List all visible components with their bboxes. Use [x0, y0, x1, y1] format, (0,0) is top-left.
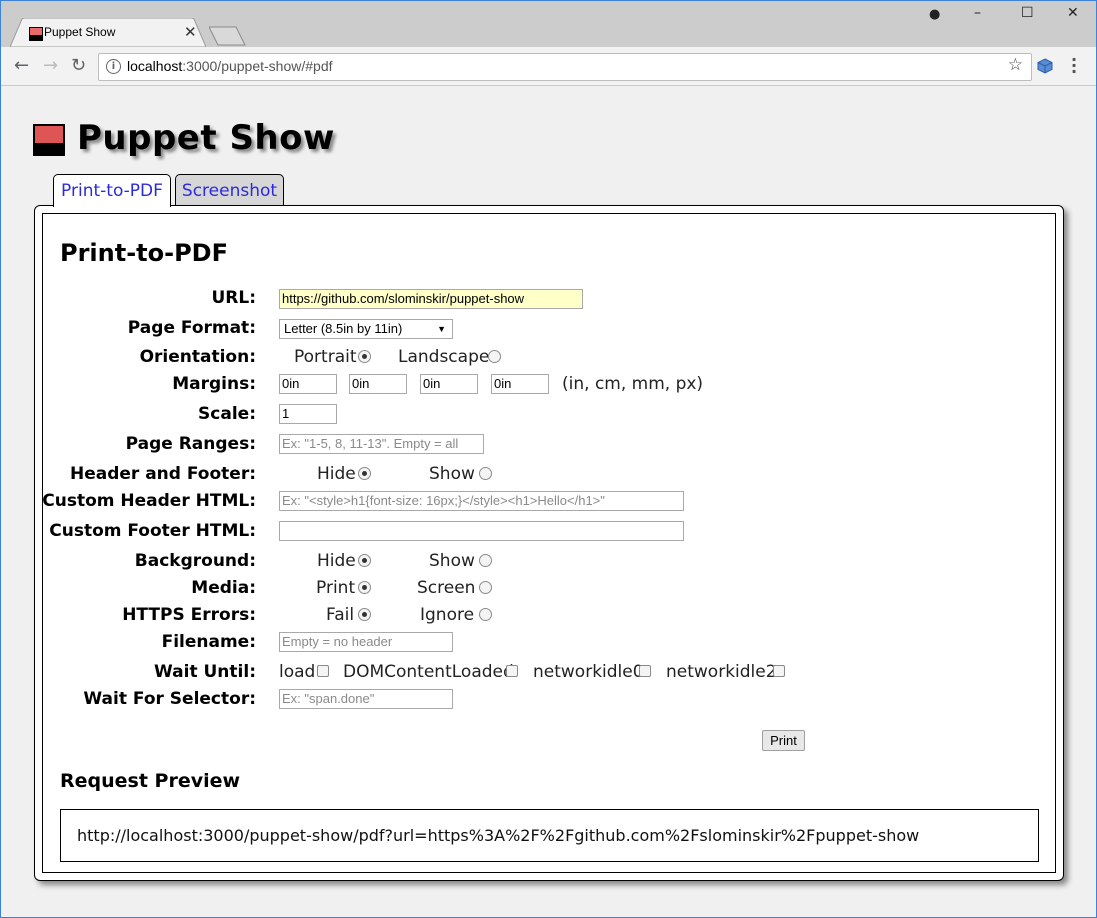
back-icon[interactable]: ←: [14, 55, 29, 76]
info-icon[interactable]: i: [106, 59, 121, 74]
option-header-show: Show: [429, 464, 475, 484]
minimize-icon[interactable]: –: [974, 5, 981, 21]
custom-header-input[interactable]: Ex: "<style>h1{font-size: 16px;}</style>…: [279, 491, 684, 511]
address-bar[interactable]: i localhost:3000/puppet-show/#pdf ☆: [98, 53, 1032, 81]
option-landscape: Landscape: [398, 347, 490, 367]
scale-label: Scale:: [198, 404, 256, 424]
radio-header-hide[interactable]: [358, 467, 371, 480]
margins-label: Margins:: [172, 374, 256, 394]
margin-left-input[interactable]: 0in: [491, 374, 549, 394]
print-button[interactable]: Print: [762, 730, 805, 751]
close-tab-icon[interactable]: ✕: [184, 23, 197, 41]
page-ranges-input[interactable]: Ex: "1-5, 8, 11-13". Empty = all: [279, 434, 484, 454]
radio-landscape[interactable]: [488, 350, 501, 363]
margins-units-hint: (in, cm, mm, px): [562, 374, 704, 394]
checkbox-domcontentloaded[interactable]: [506, 665, 518, 677]
wait-selector-input[interactable]: Ex: "span.done": [279, 689, 453, 709]
custom-footer-input[interactable]: [279, 521, 684, 541]
page-ranges-label: Page Ranges:: [125, 434, 256, 454]
radio-https-fail[interactable]: [358, 608, 371, 621]
option-media-screen: Screen: [417, 578, 476, 598]
close-window-icon[interactable]: ✕: [1067, 5, 1079, 21]
form-container: Print-to-PDF URL: https://github.com/slo…: [42, 213, 1056, 873]
new-tab-button[interactable]: [209, 26, 247, 46]
checkbox-networkidle2[interactable]: [773, 665, 785, 677]
margin-bottom-input[interactable]: 0in: [420, 374, 478, 394]
option-load: load: [279, 662, 316, 682]
option-portrait: Portrait: [294, 347, 357, 367]
request-preview-box: http://localhost:3000/puppet-show/pdf?ur…: [60, 809, 1039, 862]
request-preview-heading: Request Preview: [60, 770, 241, 792]
radio-https-ignore[interactable]: [479, 608, 492, 621]
forward-icon[interactable]: →: [43, 55, 58, 76]
page-title: Puppet Show: [77, 118, 335, 158]
wait-until-label: Wait Until:: [154, 662, 256, 682]
orientation-label: Orientation:: [139, 347, 256, 367]
margin-right-input[interactable]: 0in: [349, 374, 407, 394]
form-heading: Print-to-PDF: [60, 239, 228, 267]
wait-selector-label: Wait For Selector:: [83, 689, 256, 709]
option-networkidle2: networkidle2: [666, 662, 777, 682]
title-bar: Puppet Show ✕ ● – ☐ ✕: [1, 1, 1096, 47]
url-label: URL:: [211, 288, 256, 308]
radio-background-hide[interactable]: [358, 554, 371, 567]
background-label: Background:: [134, 551, 256, 571]
chevron-down-icon: ▼: [437, 324, 446, 334]
radio-media-print[interactable]: [358, 581, 371, 594]
url-input[interactable]: https://github.com/slominskir/puppet-sho…: [279, 289, 583, 309]
custom-footer-label: Custom Footer HTML:: [49, 521, 256, 541]
profile-icon[interactable]: ●: [929, 7, 940, 22]
reload-icon[interactable]: ↻: [71, 55, 86, 76]
bookmark-star-icon[interactable]: ☆: [1008, 55, 1023, 75]
page-format-select[interactable]: Letter (8.5in by 11in) ▼: [279, 319, 453, 339]
page-format-value: Letter (8.5in by 11in): [284, 321, 403, 336]
header-footer-label: Header and Footer:: [69, 464, 256, 484]
checkbox-load[interactable]: [317, 665, 329, 677]
option-https-fail: Fail: [326, 605, 355, 625]
scale-input[interactable]: 1: [279, 404, 337, 424]
radio-header-show[interactable]: [479, 467, 492, 480]
filename-label: Filename:: [161, 632, 256, 652]
extension-cube-icon[interactable]: [1037, 58, 1053, 74]
tab-print-to-pdf[interactable]: Print-to-PDF: [53, 174, 171, 207]
page-format-label: Page Format:: [127, 318, 256, 338]
filename-input[interactable]: Empty = no header: [279, 632, 453, 652]
puppet-logo: [33, 124, 65, 156]
margin-top-input[interactable]: 0in: [279, 374, 337, 394]
main-panel: Print-to-PDF URL: https://github.com/slo…: [34, 205, 1064, 881]
favicon-icon: [29, 27, 43, 41]
option-header-hide: Hide: [317, 464, 356, 484]
option-background-show: Show: [429, 551, 475, 571]
radio-background-show[interactable]: [479, 554, 492, 567]
option-https-ignore: Ignore: [420, 605, 475, 625]
maximize-icon[interactable]: ☐: [1021, 5, 1034, 21]
browser-tab[interactable]: Puppet Show ✕: [10, 18, 206, 47]
https-errors-label: HTTPS Errors:: [122, 605, 256, 625]
media-label: Media:: [191, 578, 256, 598]
tab-screenshot[interactable]: Screenshot: [175, 174, 284, 206]
menu-dots-icon[interactable]: · · ·: [1069, 52, 1079, 80]
request-preview-url: http://localhost:3000/puppet-show/pdf?ur…: [77, 826, 920, 845]
address-url: localhost:3000/puppet-show/#pdf: [127, 58, 333, 74]
option-networkidle0: networkidle0: [533, 662, 644, 682]
tab-title: Puppet Show: [44, 25, 116, 39]
option-background-hide: Hide: [317, 551, 356, 571]
browser-toolbar: ← → ↻ i localhost:3000/puppet-show/#pdf …: [1, 47, 1096, 86]
checkbox-networkidle0[interactable]: [639, 665, 651, 677]
custom-header-label: Custom Header HTML:: [42, 491, 256, 511]
radio-portrait[interactable]: [358, 350, 371, 363]
option-media-print: Print: [316, 578, 356, 598]
radio-media-screen[interactable]: [479, 581, 492, 594]
option-domcontentloaded: DOMContentLoaded: [343, 662, 514, 682]
